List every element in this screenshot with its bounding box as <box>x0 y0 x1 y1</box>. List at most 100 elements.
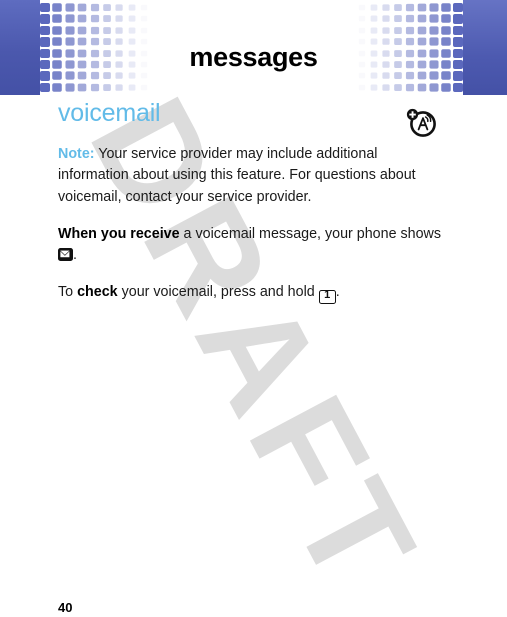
receive-body-after: . <box>73 247 77 264</box>
header-pattern-square <box>65 26 75 35</box>
header-pattern-square <box>382 15 390 23</box>
header-pattern-square <box>90 72 100 80</box>
header-pattern-square <box>115 72 124 80</box>
header-pattern-square <box>441 82 451 92</box>
header-pattern-square <box>405 72 415 80</box>
header-pattern-square <box>429 26 439 35</box>
keypad-one-label: 1 <box>324 289 331 302</box>
header-pattern-square <box>52 3 63 13</box>
header-pattern-square <box>394 83 402 91</box>
header-pattern-square <box>453 25 463 36</box>
header-pattern-square <box>40 3 51 13</box>
header-pattern-square <box>441 3 451 13</box>
header-pattern-square <box>40 82 51 92</box>
header-pattern-square <box>359 5 365 11</box>
header-pattern-square <box>394 72 402 80</box>
header-pattern-square <box>128 4 136 11</box>
paragraph-check: To check your voicemail, press and hold … <box>58 282 448 304</box>
header-pattern-square <box>441 14 451 24</box>
header-pattern-square <box>90 15 100 23</box>
header-pattern-square <box>128 72 136 80</box>
header-pattern-square <box>417 83 427 92</box>
header-pattern-square <box>103 15 112 23</box>
header-pattern-square <box>359 84 365 90</box>
header-pattern-square <box>453 3 463 13</box>
header-pattern-square <box>417 3 427 12</box>
header-pattern-square <box>429 3 439 12</box>
check-prefix: To <box>58 284 78 301</box>
header-pattern-square <box>394 4 402 12</box>
header-pattern-square <box>359 73 365 79</box>
header-pattern-square <box>370 15 378 23</box>
header-pattern-square <box>141 27 148 33</box>
header-pattern-square <box>52 14 63 24</box>
content-column: voicemail Note: Your service provider ma… <box>58 99 448 304</box>
header-pattern-square <box>115 4 124 12</box>
section-heading: voicemail <box>58 99 161 127</box>
header-pattern-square <box>453 82 463 92</box>
header-pattern-square <box>441 25 451 35</box>
header-pattern-square <box>141 16 148 22</box>
header-pattern-square <box>405 83 415 92</box>
check-body-before: your voicemail, press and hold <box>117 284 319 301</box>
header-pattern-square <box>429 83 439 92</box>
header-pattern-square <box>370 4 378 11</box>
header-pattern-square <box>52 25 63 35</box>
header-pattern-square <box>115 15 124 23</box>
header-pattern-square <box>103 4 112 12</box>
check-body-after: . <box>335 284 340 301</box>
header-pattern-square <box>103 72 112 80</box>
header-pattern-square <box>417 15 427 24</box>
header-pattern-square <box>77 15 87 24</box>
header-pattern-square <box>405 15 415 23</box>
header-pattern-square <box>429 14 439 24</box>
header-pattern-square <box>370 72 378 80</box>
header-pattern-square <box>115 83 124 91</box>
header-pattern-square <box>103 26 112 35</box>
header-pattern-square <box>77 71 87 80</box>
header-pattern-square <box>77 83 87 92</box>
chapter-title: messages <box>189 42 318 72</box>
header-pattern-square <box>141 5 148 11</box>
header-pattern-square <box>370 84 378 91</box>
header-pattern-square <box>128 84 136 91</box>
header-pattern-square <box>90 3 100 12</box>
paragraph-receive: When you receive a voicemail message, yo… <box>58 224 448 267</box>
envelope-icon <box>58 248 73 262</box>
header-pattern-square <box>65 14 75 24</box>
header-pattern-square <box>65 83 75 92</box>
header-pattern-square <box>128 27 136 34</box>
header-pattern-square <box>40 14 51 24</box>
header-pattern-square <box>90 26 100 35</box>
header-pattern-square <box>77 26 87 35</box>
header-pattern-square <box>40 25 51 36</box>
header-pattern-square <box>394 15 402 23</box>
header-pattern-square <box>382 4 390 12</box>
header-pattern-square <box>52 82 63 92</box>
header-pattern-square <box>417 26 427 35</box>
header-pattern-square <box>405 3 415 12</box>
paragraph-note: Note: Your service provider may include … <box>58 144 448 209</box>
header-pattern-square <box>77 3 87 12</box>
header-pattern-square <box>65 3 75 12</box>
document-page: DRAFT messages voicemail Note: Your serv… <box>0 0 507 617</box>
header-pattern-square <box>382 27 390 34</box>
receive-body-before: a voicemail message, your phone shows <box>179 225 442 242</box>
header-pattern-square <box>103 83 112 91</box>
header-pattern-square <box>382 83 390 91</box>
header-pattern-square <box>128 15 136 23</box>
network-antenna-plus-icon <box>404 108 438 138</box>
header-pattern-square <box>90 83 100 92</box>
header-pattern-square <box>115 27 124 34</box>
check-lead: check <box>77 284 118 301</box>
header-pattern-square <box>359 16 365 22</box>
header-pattern-square <box>405 26 415 35</box>
header-pattern-square <box>370 27 378 34</box>
note-body: Your service provider may include additi… <box>58 145 416 205</box>
keypad-one-icon: 1 <box>318 289 336 304</box>
header-pattern-square <box>394 26 402 35</box>
header-pattern-square <box>359 27 365 33</box>
header-pattern-square <box>141 84 148 90</box>
page-number: 40 <box>58 600 73 615</box>
header-pattern-square <box>417 71 427 80</box>
